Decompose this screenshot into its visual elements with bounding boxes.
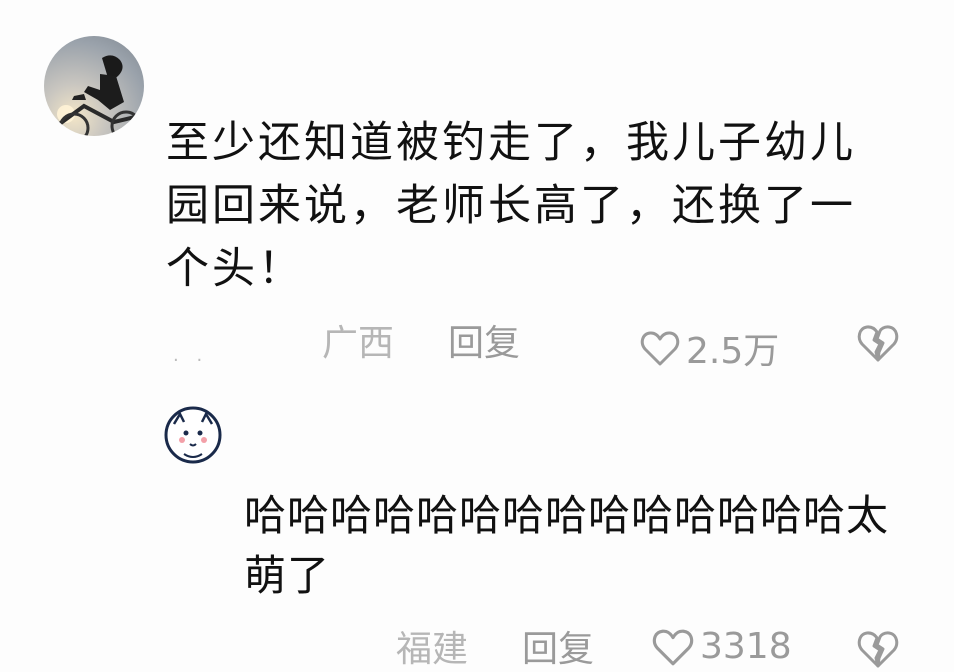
broken-heart-icon[interactable]	[856, 628, 900, 670]
comment-text: 至少还知道被钓走了，我儿子幼儿园回来说，老师长高了，还换了一个头！	[166, 118, 856, 294]
avatar[interactable]	[164, 406, 222, 464]
like-button[interactable]: 2.5万	[640, 322, 779, 374]
reply-button[interactable]: 回复	[522, 628, 594, 672]
avatar-cyclist-image	[52, 55, 142, 136]
location-label: 广西	[322, 323, 395, 364]
broken-heart-icon[interactable]	[856, 322, 900, 364]
heart-outline-icon	[652, 627, 694, 667]
like-count: 3318	[700, 626, 792, 667]
heart-outline-icon	[640, 329, 680, 367]
comment-text: 哈哈哈哈哈哈哈哈哈哈哈哈哈哈太萌了	[244, 491, 890, 600]
avatar-cartoon-image	[164, 406, 222, 464]
like-button[interactable]: 3318	[652, 626, 792, 667]
dots-text: · ·	[173, 350, 209, 371]
avatar[interactable]	[44, 36, 144, 136]
like-count: 2.5万	[686, 331, 780, 372]
reply-button[interactable]: 回复	[448, 322, 520, 366]
location-label: 福建	[396, 629, 469, 670]
